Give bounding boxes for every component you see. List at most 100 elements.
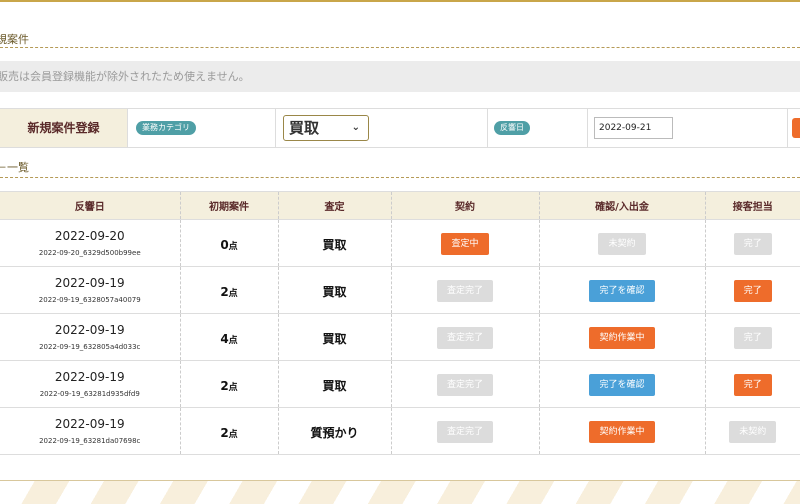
item-count-value: 2 bbox=[220, 378, 229, 393]
initial-items-cell: 4点 bbox=[180, 313, 279, 361]
contract-cell: 査定中 bbox=[391, 219, 540, 267]
confirm-cell: 完了を確認 bbox=[539, 266, 706, 314]
col-header-confirm: 確認/入出金 bbox=[539, 191, 706, 220]
register-button[interactable] bbox=[792, 118, 800, 138]
assessment-type: 買取 bbox=[322, 237, 347, 252]
section-title-list: －一覧 bbox=[0, 159, 29, 175]
response-date-tag: 反響日 bbox=[494, 121, 530, 135]
section-divider bbox=[0, 177, 800, 178]
category-select-value: 買取 bbox=[289, 119, 320, 137]
item-count-value: 2 bbox=[220, 425, 229, 440]
contract-cell: 査定完了 bbox=[391, 313, 540, 361]
category-select[interactable]: 買取 ⌄ bbox=[283, 115, 369, 141]
chevron-down-icon: ⌄ bbox=[351, 122, 360, 133]
item-count-value: 0 bbox=[220, 237, 229, 252]
case-id: 2022-09-19_6328057a40079 bbox=[38, 296, 141, 304]
assessment-type: 質預かり bbox=[310, 425, 359, 440]
confirm-cell: 未契約 bbox=[539, 219, 706, 267]
response-date: 2022-09-19 bbox=[54, 276, 125, 290]
response-date-input[interactable]: 2022-09-21 bbox=[594, 117, 673, 139]
contract-status-button[interactable]: 査定完了 bbox=[436, 327, 493, 349]
confirm-status-button[interactable]: 契約作業中 bbox=[589, 421, 655, 443]
staff-cell: 完了 bbox=[705, 219, 800, 267]
assessment-cell: 買取 bbox=[278, 313, 392, 361]
col-header-response-date: 反響日 bbox=[0, 191, 181, 220]
section-divider bbox=[0, 47, 800, 48]
item-count-unit: 点 bbox=[228, 288, 238, 299]
registration-label: 新規案件登録 bbox=[0, 109, 128, 147]
col-header-contract: 契約 bbox=[391, 191, 540, 220]
contract-cell: 査定完了 bbox=[391, 266, 540, 314]
table-row: 2022-09-19 2022-09-19_6328057a40079 2点 買取 査定… bbox=[0, 266, 800, 314]
response-date-cell: 2022-09-19 2022-09-19_6328057a40079 bbox=[0, 266, 181, 314]
case-table: 反響日 初期案件 査定 契約 確認/入出金 接客担当 2022-09-20 202… bbox=[0, 191, 800, 455]
item-count: 2点 bbox=[220, 426, 237, 440]
top-border bbox=[0, 0, 800, 2]
item-count-unit: 点 bbox=[228, 241, 238, 252]
response-date-cell: 2022-09-20 2022-09-20_6329d500b99ee bbox=[0, 219, 181, 267]
assessment-cell: 買取 bbox=[278, 219, 392, 267]
assessment-cell: 買取 bbox=[278, 360, 392, 408]
contract-status-button[interactable]: 査定完了 bbox=[436, 374, 493, 396]
contract-cell: 査定完了 bbox=[391, 360, 540, 408]
case-id: 2022-09-19_63281d935dfd9 bbox=[39, 390, 140, 398]
staff-status-button[interactable]: 未契約 bbox=[729, 421, 777, 443]
notice-banner: 販売は会員登録機能が除外されたため使えません。 bbox=[0, 61, 800, 92]
assessment-type: 買取 bbox=[322, 284, 347, 299]
contract-status-button[interactable]: 査定完了 bbox=[436, 421, 493, 443]
initial-items-cell: 2点 bbox=[180, 407, 279, 455]
staff-status-button[interactable]: 完了 bbox=[733, 327, 772, 349]
confirm-cell: 契約作業中 bbox=[539, 407, 706, 455]
footer-decoration bbox=[0, 480, 800, 504]
initial-items-cell: 2点 bbox=[180, 360, 279, 408]
case-id: 2022-09-19_63281da07698c bbox=[39, 437, 141, 445]
staff-cell: 完了 bbox=[705, 313, 800, 361]
contract-status-button[interactable]: 査定中 bbox=[441, 233, 489, 255]
col-header-staff: 接客担当 bbox=[705, 191, 800, 220]
response-date: 2022-09-20 bbox=[54, 229, 125, 243]
response-date: 2022-09-19 bbox=[54, 370, 125, 384]
response-date-cell: 2022-09-19 2022-09-19_632805a4d033c bbox=[0, 313, 181, 361]
staff-cell: 完了 bbox=[705, 360, 800, 408]
table-row: 2022-09-19 2022-09-19_632805a4d033c 4点 買取 査定… bbox=[0, 313, 800, 361]
staff-status-button[interactable]: 完了 bbox=[733, 280, 772, 302]
section-title-register: 規案件 bbox=[0, 33, 29, 46]
section-title-list-label: 一覧 bbox=[7, 161, 29, 174]
item-count: 0点 bbox=[220, 238, 237, 252]
case-id: 2022-09-20_6329d500b99ee bbox=[38, 249, 141, 257]
item-count-unit: 点 bbox=[228, 335, 238, 346]
confirm-status-button[interactable]: 契約作業中 bbox=[589, 327, 655, 349]
table-row: 2022-09-19 2022-09-19_63281d935dfd9 2点 買取 査定… bbox=[0, 360, 800, 408]
col-header-assessment: 査定 bbox=[278, 191, 392, 220]
confirm-cell: 完了を確認 bbox=[539, 360, 706, 408]
item-count-value: 4 bbox=[220, 331, 229, 346]
contract-status-button[interactable]: 査定完了 bbox=[436, 280, 493, 302]
response-tag-cell: 反響日 bbox=[488, 109, 588, 147]
response-date: 2022-09-19 bbox=[54, 323, 125, 337]
confirm-status-button[interactable]: 未契約 bbox=[598, 233, 646, 255]
case-id: 2022-09-19_632805a4d033c bbox=[39, 343, 141, 351]
response-date: 2022-09-19 bbox=[54, 417, 125, 431]
item-count: 2点 bbox=[220, 379, 237, 393]
response-date-cell: 2022-09-19 2022-09-19_63281da07698c bbox=[0, 407, 181, 455]
notice-text: 販売は会員登録機能が除外されたため使えません。 bbox=[0, 70, 250, 83]
table-row: 2022-09-19 2022-09-19_63281da07698c 2点 質預かり… bbox=[0, 407, 800, 455]
staff-status-button[interactable]: 完了 bbox=[733, 233, 772, 255]
category-tag: 業務カテゴリ bbox=[136, 121, 196, 135]
confirm-status-button[interactable]: 完了を確認 bbox=[589, 374, 655, 396]
item-count: 4点 bbox=[220, 332, 237, 346]
response-date-cell: 2022-09-19 2022-09-19_63281d935dfd9 bbox=[0, 360, 181, 408]
initial-items-cell: 0点 bbox=[180, 219, 279, 267]
table-row: 2022-09-20 2022-09-20_6329d500b99ee 0点 買取 査定… bbox=[0, 219, 800, 267]
item-count-value: 2 bbox=[220, 284, 229, 299]
assessment-cell: 質預かり bbox=[278, 407, 392, 455]
staff-cell: 完了 bbox=[705, 266, 800, 314]
category-tag-cell: 業務カテゴリ bbox=[128, 109, 276, 147]
confirm-cell: 契約作業中 bbox=[539, 313, 706, 361]
confirm-status-button[interactable]: 完了を確認 bbox=[589, 280, 655, 302]
staff-status-button[interactable]: 完了 bbox=[733, 374, 772, 396]
registration-row: 新規案件登録 業務カテゴリ 反響日 bbox=[0, 108, 800, 148]
contract-cell: 査定完了 bbox=[391, 407, 540, 455]
col-header-initial-items: 初期案件 bbox=[180, 191, 279, 220]
initial-items-cell: 2点 bbox=[180, 266, 279, 314]
